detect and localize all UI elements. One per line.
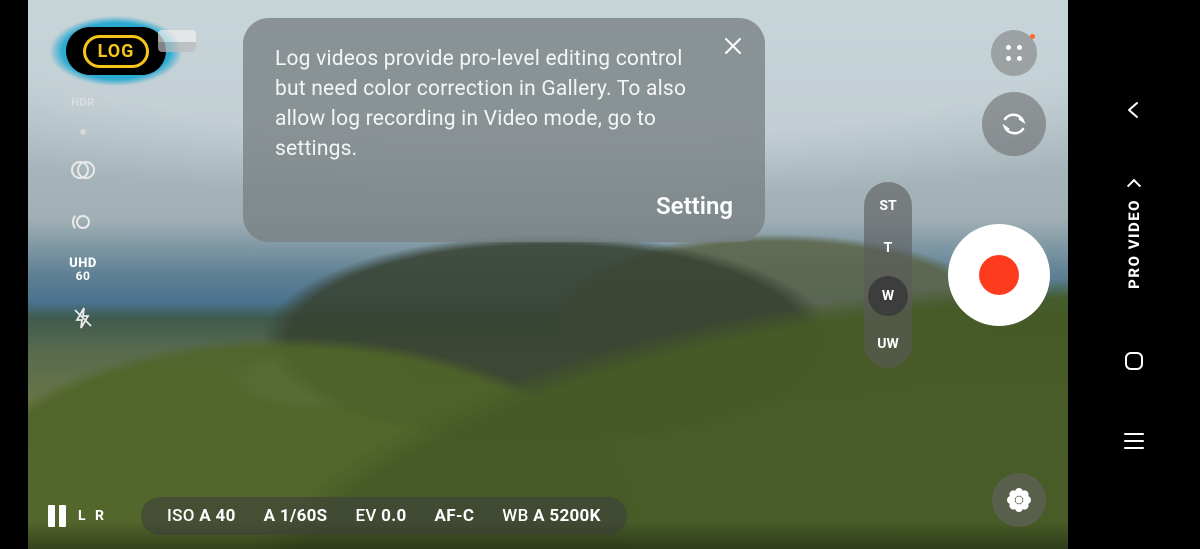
wb-readout[interactable]: WB A 5200K xyxy=(502,506,600,526)
mode-text: PRO VIDEO xyxy=(1125,199,1143,289)
back-icon[interactable] xyxy=(1124,100,1144,120)
record-dot-icon xyxy=(979,255,1019,295)
option-dot-icon[interactable] xyxy=(80,129,86,135)
exposure-params-bar[interactable]: ISO A 40 A 1/60S EV 0.0 AF-C WB A 5200K xyxy=(141,497,627,535)
audio-bars-icon xyxy=(48,505,66,527)
left-tool-column: HDR UHD 60 xyxy=(28,0,138,549)
iso-readout[interactable]: ISO A 40 xyxy=(167,506,236,526)
viewfinder[interactable]: LOG HDR UHD 60 xyxy=(28,0,1068,549)
switch-camera-button[interactable] xyxy=(982,92,1046,156)
top-right-controls xyxy=(982,30,1046,156)
mode-label[interactable]: PRO VIDEO xyxy=(1125,181,1143,289)
stereo-label: L R xyxy=(78,508,107,524)
resolution-button[interactable]: UHD 60 xyxy=(69,257,97,283)
audio-levels[interactable]: L R xyxy=(48,505,107,527)
filter-icon[interactable] xyxy=(66,153,100,187)
left-black-bar xyxy=(0,0,28,549)
zoom-option-st[interactable]: ST xyxy=(869,192,907,220)
home-icon[interactable] xyxy=(1123,350,1145,372)
more-modes-button[interactable] xyxy=(991,30,1037,76)
flash-off-icon[interactable] xyxy=(66,301,100,335)
shutter-readout[interactable]: A 1/60S xyxy=(264,506,328,526)
system-nav-bar: PRO VIDEO xyxy=(1068,0,1200,549)
histogram-icon[interactable] xyxy=(158,30,196,52)
resolution-line2: 60 xyxy=(69,270,97,283)
close-icon[interactable] xyxy=(723,36,743,56)
focus-mode-icon[interactable] xyxy=(66,205,100,239)
zoom-selector[interactable]: ST T W UW xyxy=(864,182,912,368)
camera-app-frame: LOG HDR UHD 60 xyxy=(0,0,1200,549)
hdr-toggle[interactable]: HDR xyxy=(66,94,99,111)
tooltip-body: Log videos provide pro-level editing con… xyxy=(275,44,715,164)
bottom-info-bar: L R ISO A 40 A 1/60S EV 0.0 AF-C WB A 52… xyxy=(28,497,1068,535)
tooltip-settings-link[interactable]: Setting xyxy=(275,192,733,220)
af-readout[interactable]: AF-C xyxy=(435,506,475,526)
log-tooltip-card: Log videos provide pro-level editing con… xyxy=(243,18,765,242)
grid-dots-icon xyxy=(1005,44,1023,62)
record-button[interactable] xyxy=(948,224,1050,326)
zoom-option-t[interactable]: T xyxy=(869,234,907,262)
zoom-option-w[interactable]: W xyxy=(868,276,908,316)
ev-readout[interactable]: EV 0.0 xyxy=(355,506,406,526)
zoom-option-uw[interactable]: UW xyxy=(869,330,907,358)
recents-icon[interactable] xyxy=(1124,433,1144,449)
